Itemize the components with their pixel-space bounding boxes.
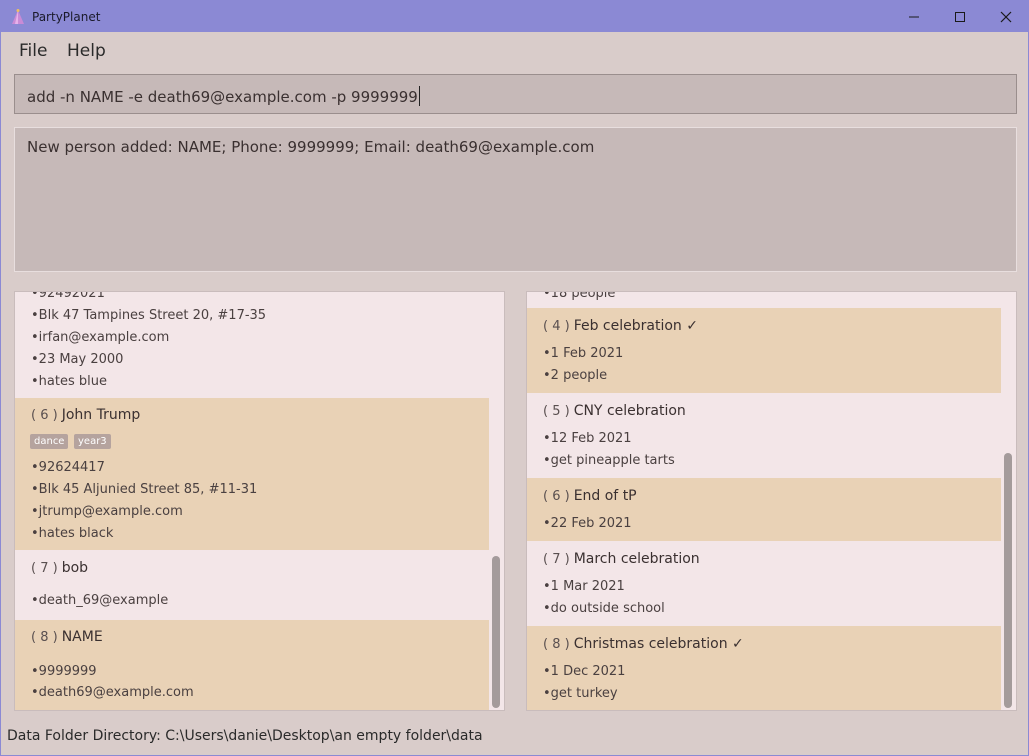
minimize-button[interactable]: [891, 1, 937, 32]
person-email: •death69@example.com: [31, 685, 194, 700]
person-index: ( 8 ): [31, 630, 58, 645]
menu-bar: File Help: [1, 32, 1028, 68]
close-icon: [1000, 11, 1012, 22]
event-detail: •18 people: [543, 291, 616, 301]
event-name: Feb celebration ✓: [573, 318, 698, 334]
person-card[interactable]: •92492021 •Blk 47 Tampines Street 20, #1…: [15, 291, 489, 398]
event-list-panel[interactable]: •18 people ( 4 ) Feb celebration ✓ •1 Feb…: [526, 291, 1017, 711]
person-phone: •9999999: [31, 664, 97, 679]
person-list-scrollbar[interactable]: [492, 556, 500, 708]
event-card[interactable]: ( 4 ) Feb celebration ✓ •1 Feb 2021 •2 pe…: [527, 308, 1001, 393]
event-detail: •get turkey: [543, 686, 618, 701]
person-name: John Trump: [61, 407, 141, 423]
event-date: •1 Mar 2021: [543, 579, 625, 594]
event-list-scrollbar[interactable]: [1004, 453, 1012, 708]
result-display[interactable]: New person added: NAME; Phone: 9999999; …: [14, 127, 1017, 272]
person-list-panel[interactable]: •92492021 •Blk 47 Tampines Street 20, #1…: [14, 291, 505, 711]
event-index: ( 6 ): [543, 489, 570, 504]
event-date: •12 Feb 2021: [543, 431, 632, 446]
person-name: NAME: [61, 629, 103, 645]
person-address: •Blk 47 Tampines Street 20, #17-35: [31, 308, 267, 323]
maximize-icon: [955, 11, 965, 22]
app-window: PartyPlanet File Help add -n NAME -e dea…: [0, 0, 1029, 756]
person-remark: •hates black: [31, 526, 114, 541]
event-card[interactable]: ( 6 ) End of tP •22 Feb 2021: [527, 478, 1001, 541]
minimize-icon: [909, 16, 919, 17]
status-bar-save-location: Data Folder Directory: C:\Users\danie\De…: [7, 728, 483, 744]
person-address: •Blk 45 Aljunied Street 85, #11-31: [31, 482, 258, 497]
event-name: Christmas celebration ✓: [573, 636, 744, 652]
event-index: ( 4 ): [543, 319, 570, 334]
person-email: •jtrump@example.com: [31, 504, 183, 519]
event-card[interactable]: ( 8 ) Christmas celebration ✓ •1 Dec 2021…: [527, 626, 1001, 710]
person-index: ( 7 ): [31, 561, 58, 576]
event-card[interactable]: ( 7 ) March celebration •1 Mar 2021 •do o…: [527, 541, 1001, 626]
person-tag: dance: [30, 434, 69, 449]
event-date: •1 Feb 2021: [543, 346, 624, 361]
title-bar[interactable]: PartyPlanet: [1, 1, 1028, 32]
event-index: ( 5 ): [543, 404, 570, 419]
result-message: New person added: NAME; Phone: 9999999; …: [27, 138, 595, 156]
person-index: ( 6 ): [31, 408, 58, 423]
party-hat-icon: [12, 9, 24, 24]
event-detail: •do outside school: [543, 601, 665, 616]
event-detail: •get pineapple tarts: [543, 453, 675, 468]
person-phone: •92492021: [31, 291, 105, 301]
close-button[interactable]: [983, 1, 1029, 32]
event-card[interactable]: ( 5 ) CNY celebration •12 Feb 2021 •get p…: [527, 393, 1001, 478]
menu-help[interactable]: Help: [67, 41, 106, 61]
event-index: ( 7 ): [543, 552, 570, 567]
event-date: •22 Feb 2021: [543, 516, 632, 531]
command-input-value: add -n NAME -e death69@example.com -p 99…: [27, 88, 418, 106]
person-card[interactable]: ( 8 ) NAME •9999999 •death69@example.com: [15, 620, 489, 710]
person-tag: year3: [74, 434, 111, 449]
person-card[interactable]: ( 7 ) bob •death_69@example: [15, 550, 489, 620]
command-input[interactable]: add -n NAME -e death69@example.com -p 99…: [14, 74, 1017, 114]
event-detail: •2 people: [543, 368, 608, 383]
event-name: March celebration: [573, 551, 700, 567]
person-phone: •92624417: [31, 460, 105, 475]
maximize-button[interactable]: [937, 1, 983, 32]
person-birthday: •23 May 2000: [31, 352, 124, 367]
text-caret: [418, 86, 420, 106]
event-date: •1 Dec 2021: [543, 664, 626, 679]
person-email: •death_69@example: [31, 593, 169, 608]
person-card[interactable]: ( 6 ) John Trump dance year3 •92624417 •B…: [15, 398, 489, 550]
person-remark: •hates blue: [31, 374, 107, 389]
event-name: CNY celebration: [573, 403, 686, 419]
person-email: •irfan@example.com: [31, 330, 170, 345]
event-card[interactable]: •18 people: [527, 291, 1001, 308]
window-title: PartyPlanet: [32, 10, 101, 24]
person-name: bob: [61, 560, 89, 576]
event-name: End of tP: [573, 488, 637, 504]
event-index: ( 8 ): [543, 637, 570, 652]
menu-file[interactable]: File: [19, 41, 47, 61]
